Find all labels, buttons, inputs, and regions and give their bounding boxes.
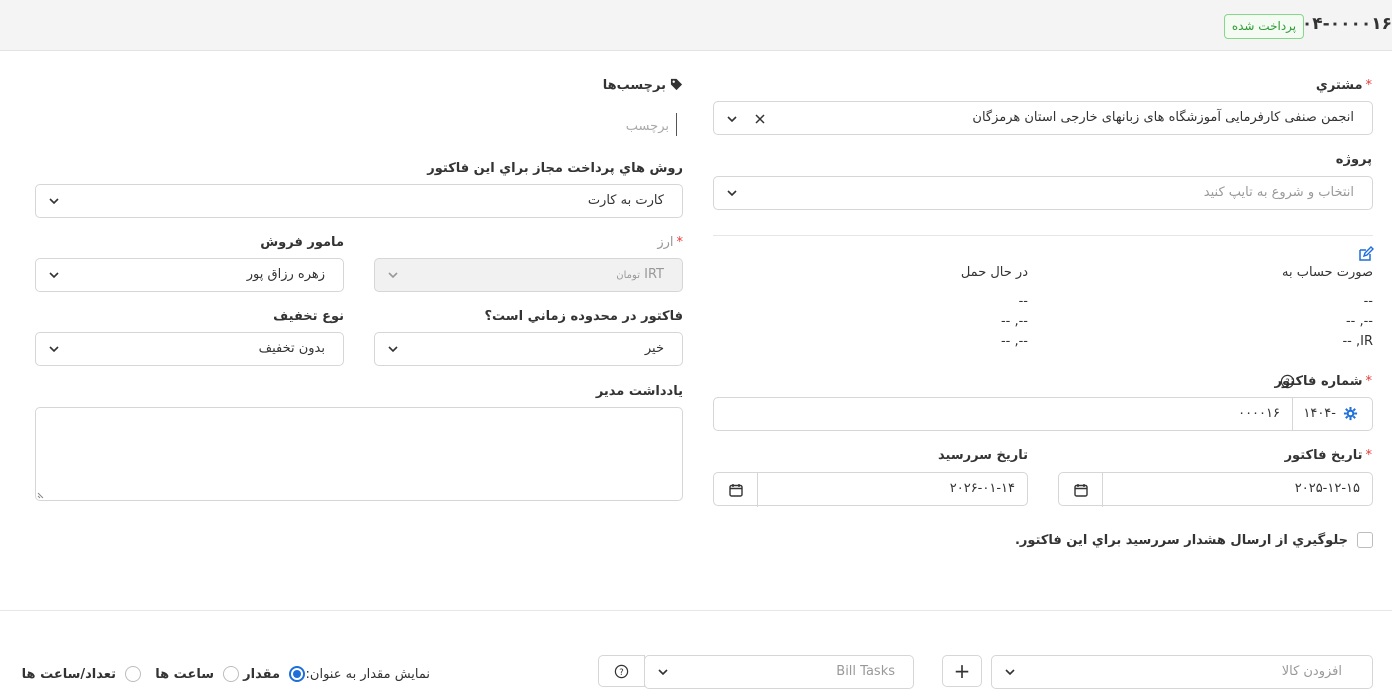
required-mark: * bbox=[1365, 374, 1373, 389]
billing-line: --, -- bbox=[1345, 314, 1373, 329]
chevron-down-icon bbox=[727, 116, 737, 123]
prevent-reminder-checkbox[interactable] bbox=[1357, 532, 1373, 548]
invoice-header-bar: ۱۴۰۴-۰۰۰۰۱۶ پرداخت شده bbox=[0, 0, 1392, 51]
gear-icon[interactable] bbox=[1343, 406, 1358, 421]
calendar-icon bbox=[1073, 484, 1088, 497]
calendar-button[interactable] bbox=[1059, 473, 1103, 507]
invoice-date-value: ۲۰۲۵-۱۲-۱۵ bbox=[1294, 481, 1360, 496]
qty-option-label: مقدار bbox=[243, 667, 280, 682]
chevron-down-icon bbox=[49, 346, 59, 353]
invoice-date-label: *تاریخ فاکتور bbox=[1284, 448, 1373, 463]
currency-code: IRT bbox=[644, 267, 664, 282]
currency-name: تومان bbox=[616, 270, 640, 281]
chevron-down-icon bbox=[388, 272, 398, 279]
resize-handle-icon[interactable] bbox=[37, 490, 46, 499]
status-badge: پرداخت شده bbox=[1224, 14, 1304, 39]
sale-agent-select[interactable]: زهره رزاق پور bbox=[35, 258, 344, 292]
invoice-date-field[interactable]: ۲۰۲۵-۱۲-۱۵ bbox=[1058, 472, 1373, 507]
bill-tasks-placeholder: Bill Tasks bbox=[836, 664, 895, 679]
clear-icon[interactable] bbox=[754, 113, 766, 125]
invoice-prefix: -۱۴۰۴ bbox=[1303, 406, 1336, 421]
sale-agent-label: مامور فروش bbox=[260, 235, 344, 250]
currency-label: *ارز bbox=[657, 235, 683, 250]
project-select[interactable]: انتخاب و شروع به تایپ کنید bbox=[713, 176, 1373, 210]
currency-select: IRT تومان bbox=[374, 258, 683, 292]
invoice-number-field[interactable]: -۱۴۰۴ ۰۰۰۰۱۶ bbox=[713, 397, 1373, 431]
calendar-icon bbox=[728, 484, 743, 497]
payment-modes-label: روش هاي پرداخت مجاز براي اين فاکتور bbox=[427, 161, 683, 176]
calendar-button[interactable] bbox=[714, 473, 758, 507]
chevron-down-icon bbox=[1005, 669, 1015, 676]
svg-text:?: ? bbox=[619, 666, 623, 676]
discount-type-label: نوع تخفيف bbox=[273, 309, 344, 324]
project-label: پروژه bbox=[1335, 152, 1372, 167]
help-icon[interactable]: ? bbox=[1280, 374, 1295, 389]
text-cursor bbox=[676, 113, 677, 136]
currency-value: IRT تومان bbox=[616, 259, 664, 292]
chevron-down-icon bbox=[49, 272, 59, 279]
chevron-down-icon bbox=[49, 198, 59, 205]
shipping-line: --, -- bbox=[1000, 334, 1028, 349]
discount-type-select[interactable]: بدون تخفيف bbox=[35, 332, 344, 366]
edit-icon[interactable] bbox=[1358, 246, 1374, 262]
tag-icon bbox=[670, 78, 683, 91]
invoice-number-value: ۰۰۰۰۱۶ bbox=[1238, 406, 1280, 421]
required-mark: * bbox=[1365, 448, 1373, 463]
show-qty-as-label: نمايش مقدار به عنوان: bbox=[305, 667, 430, 682]
divider bbox=[713, 235, 1373, 236]
due-date-field[interactable]: ۲۰۲۶-۰۱-۱۴ bbox=[713, 472, 1028, 507]
payment-modes-select[interactable]: کارت به کارت bbox=[35, 184, 683, 218]
due-date-label: تاریخ سررسید bbox=[938, 448, 1028, 463]
bill-tasks-help-button[interactable]: ? bbox=[598, 655, 645, 687]
billing-line: -- bbox=[1363, 294, 1373, 309]
tags-input[interactable]: برچسب bbox=[626, 119, 669, 134]
svg-text:?: ? bbox=[1285, 377, 1289, 387]
admin-note-textarea[interactable] bbox=[35, 407, 683, 501]
customer-label: *مشتري bbox=[1315, 78, 1373, 93]
add-item-button[interactable]: + bbox=[942, 655, 982, 687]
hours-option-radio[interactable] bbox=[223, 666, 239, 682]
required-mark: * bbox=[1365, 78, 1373, 93]
section-divider bbox=[0, 610, 1392, 611]
shipping-title: در حال حمل bbox=[960, 265, 1028, 280]
qty-option-radio[interactable] bbox=[289, 666, 305, 682]
add-item-placeholder: افزودن کالا bbox=[1281, 664, 1342, 679]
add-item-select[interactable]: افزودن کالا bbox=[991, 655, 1373, 689]
hours-option-label: ساعت ها bbox=[155, 667, 214, 682]
invoice-prefix-addon: -۱۴۰۴ bbox=[1292, 398, 1372, 430]
recurring-value: خير bbox=[644, 341, 664, 356]
discount-type-value: بدون تخفيف bbox=[258, 341, 325, 356]
sale-agent-value: زهره رزاق پور bbox=[246, 267, 325, 282]
tags-label: برچسب‌ها bbox=[603, 78, 683, 93]
due-date-value: ۲۰۲۶-۰۱-۱۴ bbox=[949, 481, 1015, 496]
customer-select[interactable]: انجمن صنفی کارفرمایی آموزشگاه های زبانها… bbox=[713, 101, 1373, 135]
recurring-select[interactable]: خير bbox=[374, 332, 683, 366]
project-placeholder: انتخاب و شروع به تایپ کنید bbox=[1203, 185, 1354, 200]
admin-note-label: يادداشت مدير bbox=[595, 384, 683, 399]
billing-line: IR, -- bbox=[1342, 334, 1373, 349]
payment-modes-value: کارت به کارت bbox=[587, 193, 664, 208]
customer-value: انجمن صنفی کارفرمایی آموزشگاه های زبانها… bbox=[972, 110, 1354, 125]
prevent-reminder-label: جلوگيري از ارسال هشدار سررسید براي اين ف… bbox=[1014, 533, 1348, 548]
bill-tasks-select[interactable]: Bill Tasks bbox=[644, 655, 914, 689]
chevron-down-icon bbox=[658, 669, 668, 676]
help-icon: ? bbox=[614, 664, 629, 678]
qty-hours-option-label: تعداد/ساعت ها bbox=[21, 667, 116, 682]
shipping-line: --, -- bbox=[1000, 314, 1028, 329]
recurring-label: فاکتور در محدوده زماني است؟ bbox=[484, 309, 684, 324]
chevron-down-icon bbox=[388, 346, 398, 353]
required-mark: * bbox=[676, 235, 684, 250]
qty-hours-option-radio[interactable] bbox=[125, 666, 141, 682]
billing-title: صورت حساب به bbox=[1282, 265, 1373, 280]
chevron-down-icon bbox=[727, 190, 737, 197]
shipping-line: -- bbox=[1018, 294, 1028, 309]
